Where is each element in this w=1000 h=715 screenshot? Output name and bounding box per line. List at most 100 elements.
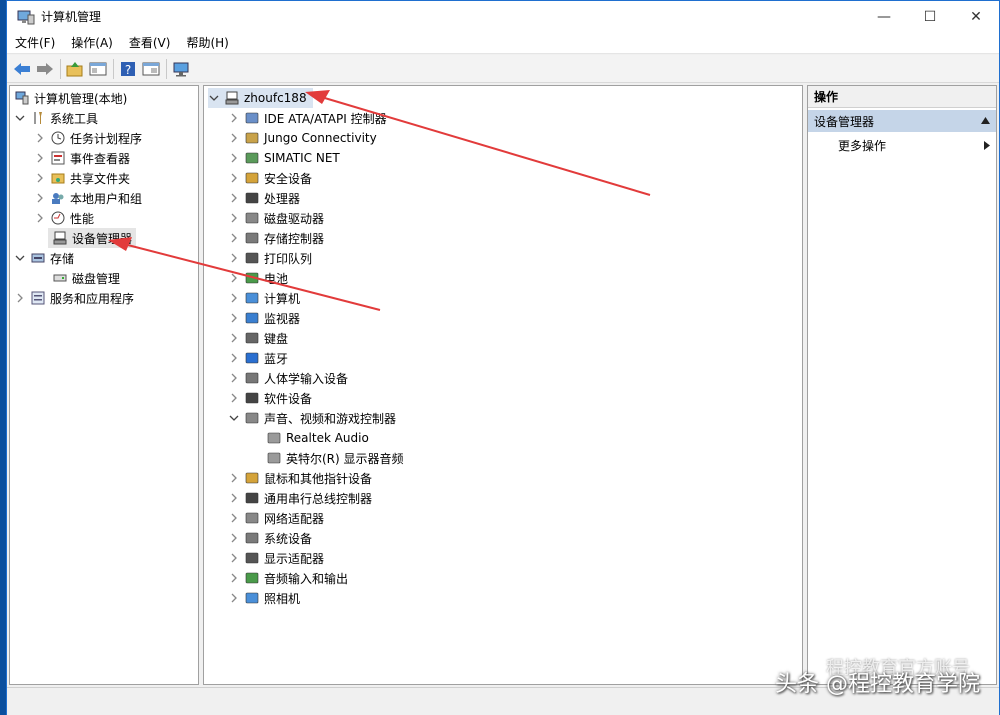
chevron-right-icon[interactable] (228, 592, 240, 604)
up-level-button[interactable] (64, 58, 86, 80)
device-category-label: 键盘 (264, 331, 289, 346)
chevron-right-icon[interactable] (228, 292, 240, 304)
tree-item-task-scheduler[interactable]: 任务计划程序 (34, 128, 142, 148)
device-child-item[interactable]: Realtek Audio (266, 428, 369, 448)
device-category-item[interactable]: Jungo Connectivity (228, 128, 377, 148)
chevron-right-icon[interactable] (228, 272, 240, 284)
chevron-right-icon[interactable] (34, 152, 46, 164)
help-button[interactable]: ? (117, 58, 139, 80)
tree-item-event-viewer[interactable]: 事件查看器 (34, 148, 130, 168)
submenu-triangle-icon (984, 141, 990, 150)
chevron-right-icon[interactable] (228, 552, 240, 564)
chevron-down-icon[interactable] (14, 112, 26, 124)
device-category-item[interactable]: 电池 (228, 268, 288, 288)
chevron-right-icon[interactable] (228, 312, 240, 324)
chevron-right-icon[interactable] (228, 112, 240, 124)
device-category-item[interactable]: 蓝牙 (228, 348, 288, 368)
tree-item-disk-management[interactable]: 磁盘管理 (52, 268, 120, 288)
more-actions-item[interactable]: 更多操作 (808, 135, 996, 155)
device-category-icon (244, 490, 260, 506)
collapse-triangle-icon[interactable] (981, 117, 990, 124)
device-category-icon (244, 330, 260, 346)
tree-item-shared-folders[interactable]: 共享文件夹 (34, 168, 130, 188)
chevron-right-icon[interactable] (228, 572, 240, 584)
scan-hardware-button[interactable] (170, 58, 192, 80)
device-category-item[interactable]: 软件设备 (228, 388, 312, 408)
chevron-down-icon[interactable] (14, 252, 26, 264)
properties-button[interactable] (140, 58, 162, 80)
close-button[interactable]: ✕ (953, 1, 999, 32)
menu-help[interactable]: 帮助(H) (178, 34, 236, 51)
device-category-item[interactable]: 键盘 (228, 328, 288, 348)
device-category-item[interactable]: 安全设备 (228, 168, 312, 188)
chevron-right-icon[interactable] (228, 232, 240, 244)
show-hide-tree-button[interactable] (87, 58, 109, 80)
performance-icon (50, 210, 66, 226)
device-category-item[interactable]: 网络适配器 (228, 508, 324, 528)
tree-item-performance[interactable]: 性能 (34, 208, 94, 228)
chevron-right-icon[interactable] (14, 292, 26, 304)
device-category-label: Jungo Connectivity (264, 131, 377, 145)
device-category-label: 声音、视频和游戏控制器 (264, 411, 397, 426)
chevron-right-icon[interactable] (228, 252, 240, 264)
chevron-down-icon[interactable] (228, 412, 240, 424)
device-child-item[interactable]: 英特尔(R) 显示器音频 (266, 448, 404, 468)
chevron-right-icon[interactable] (228, 392, 240, 404)
toolbar: ? (7, 55, 999, 83)
chevron-right-icon[interactable] (228, 212, 240, 224)
device-category-item[interactable]: 打印队列 (228, 248, 312, 268)
chevron-down-icon[interactable] (208, 92, 220, 104)
tree-item-local-users[interactable]: 本地用户和组 (34, 188, 142, 208)
chevron-right-icon[interactable] (228, 332, 240, 344)
chevron-right-icon[interactable] (228, 532, 240, 544)
device-category-item[interactable]: 计算机 (228, 288, 300, 308)
device-category-item[interactable]: 处理器 (228, 188, 300, 208)
actions-group-device-manager[interactable]: 设备管理器 (808, 110, 996, 132)
menu-file[interactable]: 文件(F) (7, 34, 63, 51)
device-category-item[interactable]: 人体学输入设备 (228, 368, 348, 388)
properties-icon (142, 62, 160, 75)
device-category-item[interactable]: 系统设备 (228, 528, 312, 548)
device-tree-root[interactable]: zhoufc188 (208, 88, 313, 108)
device-category-item[interactable]: 音频输入和输出 (228, 568, 348, 588)
tree-item-system-tools[interactable]: 系统工具 (14, 108, 98, 128)
menu-view[interactable]: 查看(V) (121, 34, 179, 51)
chevron-right-icon[interactable] (34, 192, 46, 204)
menu-action[interactable]: 操作(A) (63, 34, 121, 51)
chevron-right-icon[interactable] (34, 172, 46, 184)
chevron-right-icon[interactable] (228, 492, 240, 504)
device-category-icon (244, 210, 260, 226)
device-category-item[interactable]: 监视器 (228, 308, 300, 328)
chevron-right-icon[interactable] (34, 212, 46, 224)
tree-item-services[interactable]: 服务和应用程序 (14, 288, 134, 308)
chevron-right-icon[interactable] (228, 152, 240, 164)
toolbar-separator (60, 58, 61, 79)
device-category-item[interactable]: IDE ATA/ATAPI 控制器 (228, 108, 387, 128)
device-category-label: SIMATIC NET (264, 151, 340, 165)
device-category-item[interactable]: 存储控制器 (228, 228, 324, 248)
chevron-right-icon[interactable] (228, 512, 240, 524)
chevron-right-icon[interactable] (228, 132, 240, 144)
chevron-right-icon[interactable] (34, 132, 46, 144)
maximize-button[interactable]: ☐ (907, 1, 953, 32)
forward-button[interactable] (34, 58, 56, 80)
back-button[interactable] (11, 58, 33, 80)
device-category-item[interactable]: 声音、视频和游戏控制器 (228, 408, 396, 428)
chevron-right-icon[interactable] (228, 192, 240, 204)
device-category-item[interactable]: 显示适配器 (228, 548, 324, 568)
tree-root[interactable]: 计算机管理(本地) (14, 88, 127, 108)
chevron-right-icon[interactable] (228, 352, 240, 364)
device-category-item[interactable]: SIMATIC NET (228, 148, 340, 168)
tree-item-storage[interactable]: 存储 (14, 248, 74, 268)
shared-folder-icon (50, 170, 66, 186)
device-category-item[interactable]: 通用串行总线控制器 (228, 488, 372, 508)
minimize-button[interactable]: — (861, 1, 907, 32)
chevron-right-icon[interactable] (228, 472, 240, 484)
device-category-item[interactable]: 照相机 (228, 588, 300, 608)
chevron-right-icon[interactable] (228, 372, 240, 384)
computer-icon (224, 90, 240, 106)
tree-item-device-manager[interactable]: 设备管理器 (48, 228, 137, 248)
device-category-item[interactable]: 磁盘驱动器 (228, 208, 324, 228)
device-category-item[interactable]: 鼠标和其他指针设备 (228, 468, 372, 488)
chevron-right-icon[interactable] (228, 172, 240, 184)
